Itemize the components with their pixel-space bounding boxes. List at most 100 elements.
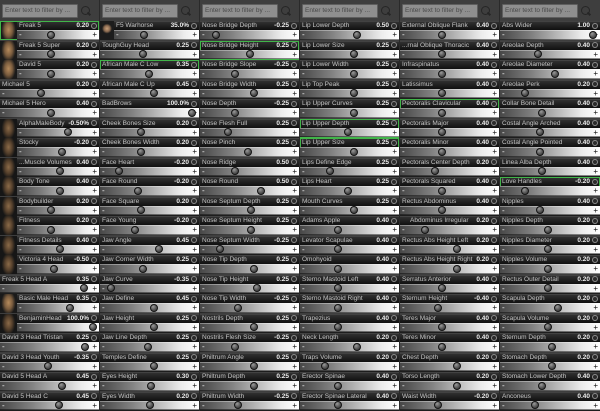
slider-knob[interactable] (333, 381, 342, 390)
decrement-button[interactable]: - (202, 50, 205, 59)
slider-knob[interactable] (538, 381, 546, 390)
dial-icon[interactable] (491, 178, 497, 185)
slider-knob[interactable] (350, 69, 359, 78)
parameter-value[interactable]: 0.50 (276, 158, 289, 167)
slider-knob[interactable] (130, 225, 139, 234)
slider-knob[interactable] (551, 69, 559, 78)
slider-knob[interactable] (80, 284, 89, 293)
parameter-value[interactable]: 0.45 (76, 372, 89, 381)
parameter-value[interactable]: 0.40 (376, 255, 389, 264)
parameter-slider[interactable]: -+ (200, 69, 299, 79)
parameter-slider[interactable]: -+ (100, 381, 199, 391)
dial-icon[interactable] (291, 61, 297, 68)
increment-button[interactable]: + (593, 186, 598, 195)
slider-knob[interactable] (333, 264, 342, 273)
parameter-slider[interactable]: -+ (0, 88, 99, 98)
parameter-value[interactable]: 0.40 (577, 41, 590, 50)
decrement-button[interactable]: - (19, 50, 22, 59)
parameter-value[interactable]: 0.25 (276, 41, 289, 50)
slider-knob[interactable] (46, 50, 55, 59)
parameter-slider[interactable]: -+ (300, 244, 399, 254)
decrement-button[interactable]: - (402, 128, 405, 137)
parameter-slider[interactable]: -+ (17, 49, 99, 59)
slider-knob[interactable] (147, 381, 156, 390)
increment-button[interactable]: + (92, 50, 97, 59)
increment-button[interactable]: + (492, 323, 497, 332)
increment-button[interactable]: + (192, 284, 197, 293)
decrement-button[interactable]: - (202, 362, 205, 371)
decrement-button[interactable]: - (402, 186, 405, 195)
decrement-button[interactable]: - (402, 342, 405, 351)
dial-icon[interactable] (391, 81, 397, 87)
parameter-value[interactable]: 0.50 (276, 177, 289, 186)
slider-knob[interactable] (58, 381, 67, 390)
increment-button[interactable]: + (192, 128, 197, 137)
parameter-value[interactable]: -0.50 (74, 255, 89, 264)
parameter-value[interactable]: 1.00 (577, 21, 590, 30)
dial-icon[interactable] (91, 334, 97, 341)
dial-icon[interactable] (592, 256, 598, 263)
increment-button[interactable]: + (392, 342, 397, 351)
dial-icon[interactable] (191, 198, 197, 204)
parameter-slider[interactable]: -+ (200, 108, 299, 118)
decrement-button[interactable]: - (102, 401, 105, 410)
increment-button[interactable]: + (492, 89, 497, 98)
parameter-slider[interactable]: -+ (100, 88, 199, 98)
decrement-button[interactable]: - (102, 323, 105, 332)
parameter-value[interactable]: -0.20 (474, 392, 489, 401)
decrement-button[interactable]: - (302, 30, 305, 39)
decrement-button[interactable]: - (302, 128, 305, 137)
dial-icon[interactable] (592, 276, 598, 282)
slider-knob[interactable] (46, 30, 55, 39)
parameter-value[interactable]: 0.25 (276, 314, 289, 323)
decrement-button[interactable]: - (2, 401, 5, 410)
parameter-slider[interactable]: -+ (0, 342, 99, 352)
dial-icon[interactable] (191, 139, 197, 146)
slider-knob[interactable] (63, 128, 72, 137)
decrement-button[interactable]: - (19, 264, 22, 273)
dial-icon[interactable] (592, 334, 598, 341)
decrement-button[interactable]: - (19, 167, 22, 176)
slider-knob[interactable] (353, 30, 362, 39)
parameter-value[interactable]: 0.20 (476, 158, 489, 167)
dial-icon[interactable] (391, 42, 397, 48)
slider-knob[interactable] (250, 323, 259, 332)
parameter-value[interactable]: 0.40 (376, 372, 389, 381)
decrement-button[interactable]: - (502, 401, 505, 410)
decrement-button[interactable]: - (402, 284, 405, 293)
decrement-button[interactable]: - (502, 303, 505, 312)
parameter-value[interactable]: 0.20 (577, 353, 590, 362)
increment-button[interactable]: + (92, 186, 97, 195)
parameter-value[interactable]: -0.25 (274, 392, 289, 401)
slider-knob[interactable] (230, 342, 239, 351)
slider-knob[interactable] (247, 225, 256, 234)
slider-knob[interactable] (333, 303, 342, 312)
decrement-button[interactable]: - (502, 225, 505, 234)
increment-button[interactable]: + (593, 342, 598, 351)
increment-button[interactable]: + (392, 89, 397, 98)
slider-knob[interactable] (437, 206, 446, 215)
decrement-button[interactable]: - (502, 147, 505, 156)
morph-thumbnail[interactable] (0, 196, 17, 216)
decrement-button[interactable]: - (402, 30, 405, 39)
decrement-button[interactable]: - (502, 381, 505, 390)
dial-icon[interactable] (91, 100, 97, 107)
parameter-value[interactable]: 0.40 (476, 41, 489, 50)
decrement-button[interactable]: - (202, 206, 205, 215)
slider-knob[interactable] (325, 167, 334, 176)
parameter-value[interactable]: 0.20 (577, 216, 590, 225)
morph-thumbnail[interactable] (0, 255, 17, 274)
dial-icon[interactable] (191, 22, 197, 29)
dial-icon[interactable] (491, 354, 497, 360)
increment-button[interactable]: + (492, 381, 497, 390)
parameter-slider[interactable]: -+ (17, 69, 99, 79)
parameter-value[interactable]: -0.25 (274, 333, 289, 342)
decrement-button[interactable]: - (102, 264, 105, 273)
slider-knob[interactable] (58, 147, 67, 156)
increment-button[interactable]: + (92, 342, 97, 351)
decrement-button[interactable]: - (102, 128, 105, 137)
dial-icon[interactable] (91, 159, 97, 165)
slider-knob[interactable] (188, 108, 197, 117)
dial-icon[interactable] (592, 178, 598, 185)
slider-knob[interactable] (230, 108, 239, 117)
